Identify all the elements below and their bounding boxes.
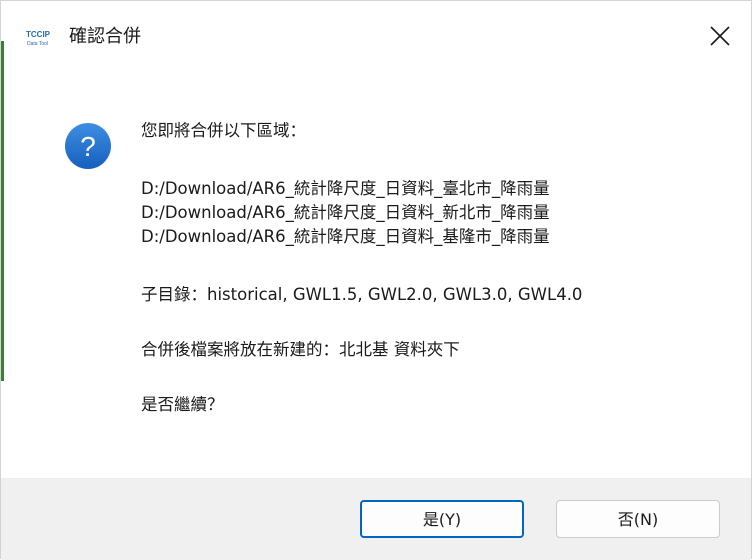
destination-text: 合併後檔案將放在新建的：北北基 資料夾下 <box>141 340 460 359</box>
window-edge-accent <box>1 41 4 381</box>
question-icon: ? <box>65 123 111 169</box>
tccip-app-icon: TCCIP Data Tool <box>25 28 55 48</box>
title-bar[interactable]: TCCIP Data Tool 確認合併 <box>1 1 751 74</box>
no-button[interactable]: 否(N) <box>556 500 720 538</box>
button-bar: 是(Y) 否(N) <box>1 478 751 560</box>
intro-text: 您即將合併以下區域： <box>141 121 306 140</box>
message-body: 您即將合併以下區域： D:/Download/AR6_統計降尺度_日資料_臺北市… <box>141 119 731 417</box>
svg-text:?: ? <box>80 131 96 162</box>
yes-button[interactable]: 是(Y) <box>360 500 524 538</box>
confirm-dialog: TCCIP Data Tool 確認合併 ? 您即將合併以下區域： D:/Dow… <box>0 0 752 560</box>
svg-text:TCCIP: TCCIP <box>26 30 51 39</box>
dialog-title: 確認合併 <box>69 26 141 47</box>
subdirs-text: 子目錄：historical, GWL1.5, GWL2.0, GWL3.0, … <box>141 285 583 304</box>
close-button[interactable] <box>689 1 751 74</box>
close-icon <box>710 26 730 46</box>
path-line: D:/Download/AR6_統計降尺度_日資料_臺北市_降雨量 <box>141 179 550 198</box>
path-line: D:/Download/AR6_統計降尺度_日資料_新北市_降雨量 <box>141 203 550 222</box>
question-text: 是否繼續？ <box>141 395 224 414</box>
svg-text:Data Tool: Data Tool <box>27 41 48 47</box>
path-line: D:/Download/AR6_統計降尺度_日資料_基隆市_降雨量 <box>141 227 550 246</box>
